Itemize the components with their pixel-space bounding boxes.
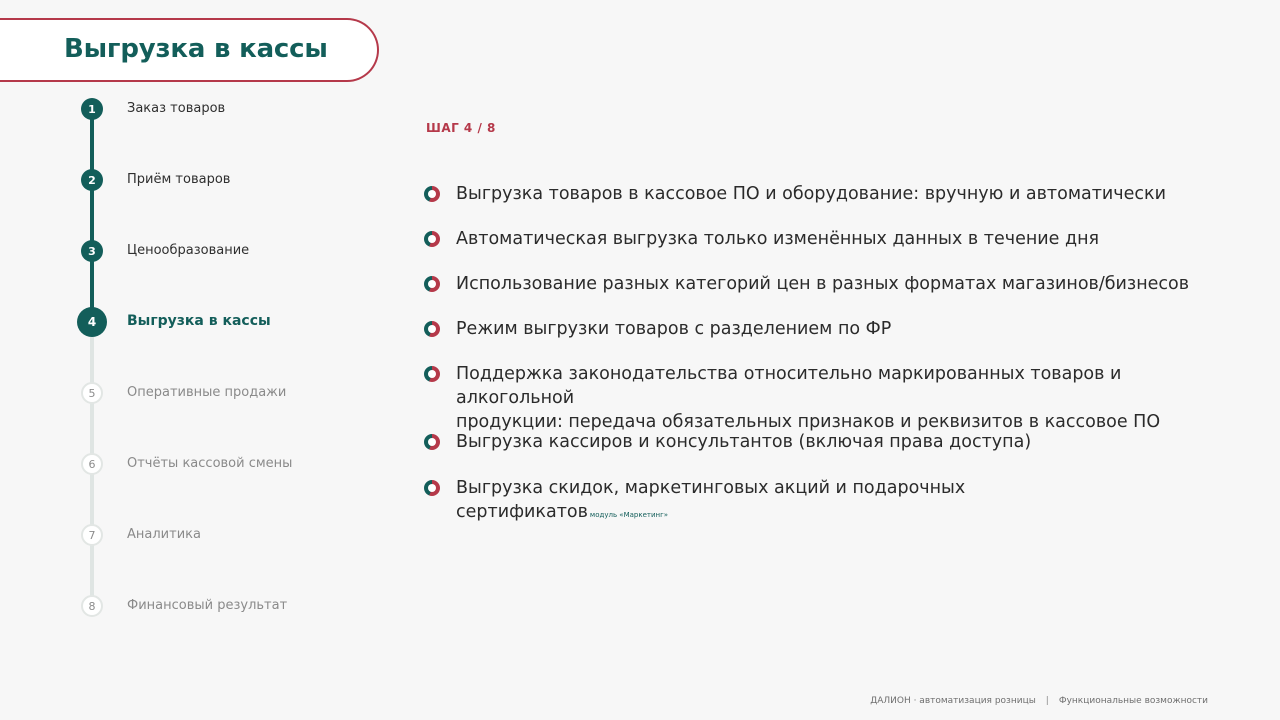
bullet-icon bbox=[424, 186, 440, 202]
bullet-icon bbox=[424, 321, 440, 337]
feature-text: Выгрузка кассиров и консультантов (включ… bbox=[456, 432, 1032, 452]
step-label: Финансовый результат bbox=[127, 598, 288, 613]
step-3[interactable]: 3 Ценообразование bbox=[0, 236, 360, 266]
bullet-icon bbox=[424, 434, 440, 450]
step-number: 7 bbox=[81, 524, 103, 546]
stepper-rail-completed bbox=[90, 108, 94, 322]
feature-text: Выгрузка скидок, маркетинговых акций и п… bbox=[456, 476, 1216, 527]
step-number: 1 bbox=[81, 98, 103, 120]
step-number: 5 bbox=[81, 382, 103, 404]
step-number: 6 bbox=[81, 453, 103, 475]
step-label: Оперативные продажи bbox=[127, 385, 287, 400]
step-number: 4 bbox=[77, 307, 107, 337]
step-label: Приём товаров bbox=[127, 172, 231, 187]
step-label: Выгрузка в кассы bbox=[127, 313, 271, 329]
bullet-icon bbox=[424, 480, 440, 496]
feature-text-line: Выгрузка скидок, маркетинговых акций и п… bbox=[456, 478, 966, 498]
bullet-icon bbox=[424, 231, 440, 247]
step-counter: ШАГ 4 / 8 bbox=[426, 121, 496, 135]
bullet-icon bbox=[424, 366, 440, 382]
feature-text: Режим выгрузки товаров с разделением по … bbox=[456, 319, 892, 339]
step-8[interactable]: 8 Финансовый результат bbox=[0, 591, 360, 621]
footer-company: ДАЛИОН · автоматизация розницы bbox=[870, 696, 1036, 706]
step-label: Отчёты кассовой смены bbox=[127, 456, 293, 471]
step-2[interactable]: 2 Приём товаров bbox=[0, 165, 360, 195]
step-7[interactable]: 7 Аналитика bbox=[0, 520, 360, 550]
step-number: 3 bbox=[81, 240, 103, 262]
step-number: 8 bbox=[81, 595, 103, 617]
footer-section: Функциональные возможности bbox=[1058, 696, 1208, 706]
feature-text: Выгрузка товаров в кассовое ПО и оборудо… bbox=[456, 184, 1166, 204]
step-6[interactable]: 6 Отчёты кассовой смены bbox=[0, 449, 360, 479]
step-label: Заказ товаров bbox=[127, 101, 226, 116]
step-label: Ценообразование bbox=[127, 243, 250, 258]
step-4-current[interactable]: 4 Выгрузка в кассы bbox=[0, 307, 360, 337]
step-label: Аналитика bbox=[127, 527, 201, 542]
step-number: 2 bbox=[81, 169, 103, 191]
step-5[interactable]: 5 Оперативные продажи bbox=[0, 378, 360, 408]
footer-separator: | bbox=[1045, 696, 1049, 706]
feature-text-line: сертификатов bbox=[456, 502, 588, 522]
feature-text: Поддержка законодательства относительно … bbox=[456, 362, 1216, 434]
step-1[interactable]: 1 Заказ товаров bbox=[0, 94, 360, 124]
module-note: модуль «Маркетинг» bbox=[589, 511, 669, 519]
feature-text-line: Поддержка законодательства относительно … bbox=[456, 364, 1122, 408]
feature-text: Автоматическая выгрузка только изменённы… bbox=[456, 229, 1100, 249]
feature-text: Использование разных категорий цен в раз… bbox=[456, 274, 1190, 294]
process-stepper: 1 Заказ товаров 2 Приём товаров 3 Ценооб… bbox=[0, 0, 360, 720]
bullet-icon bbox=[424, 276, 440, 292]
footer: ДАЛИОН · автоматизация розницы | Функциона… bbox=[870, 696, 1208, 706]
